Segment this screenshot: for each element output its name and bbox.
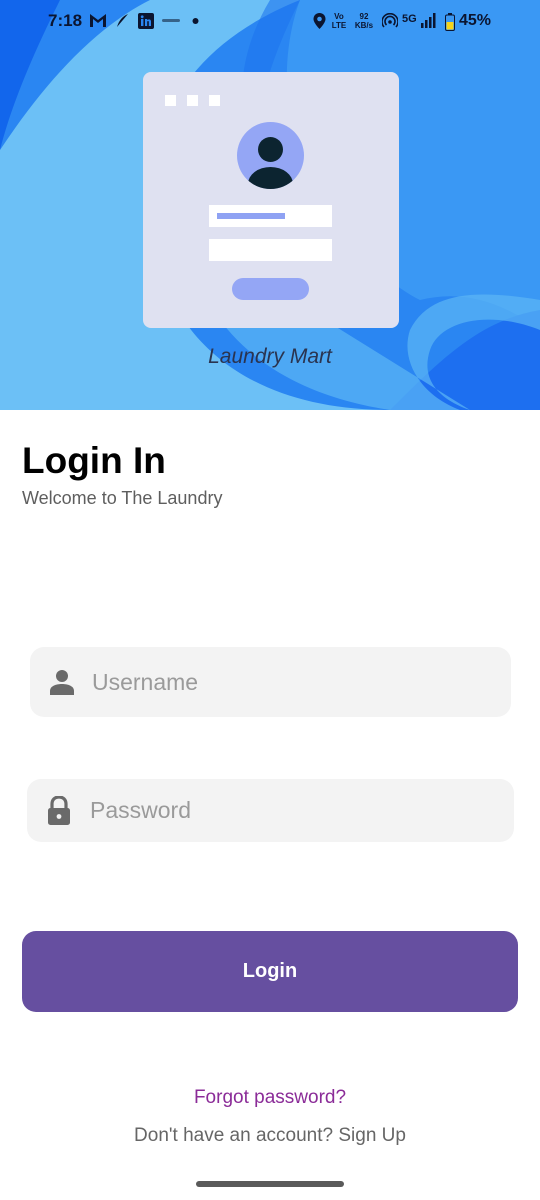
signup-link[interactable]: Sign Up (338, 1125, 406, 1146)
login-button[interactable]: Login (22, 931, 518, 1012)
password-field[interactable] (27, 779, 514, 842)
battery-percent: 45% (459, 12, 492, 29)
feather-icon (117, 14, 128, 27)
linkedin-icon (138, 13, 154, 29)
hero-banner: 7:18 Vo LTE 92 KB/s 5G 45% Laundry Mart (0, 0, 540, 410)
brand-name: Laundry Mart (208, 345, 332, 368)
status-bar: 7:18 Vo LTE 92 KB/s 5G 45% (0, 0, 540, 44)
lock-icon (48, 796, 70, 825)
location-icon (313, 13, 326, 29)
illustration-dot (209, 95, 220, 106)
password-input[interactable] (90, 794, 490, 826)
illustration-field (209, 239, 332, 261)
network-type: 5G (402, 13, 417, 25)
volte-indicator: Vo LTE (331, 12, 347, 30)
battery-icon (445, 13, 455, 31)
illustration-field (209, 205, 332, 227)
dot-icon (192, 18, 199, 24)
media-icon (162, 19, 180, 22)
login-illustration (143, 72, 399, 328)
signal-icon (421, 13, 436, 28)
illustration-button (232, 278, 309, 300)
illustration-dot (187, 95, 198, 106)
page-title: Login In (22, 440, 166, 481)
status-time: 7:18 (48, 11, 83, 30)
signup-prompt: Don't have an account? (134, 1125, 334, 1146)
username-input[interactable] (92, 666, 492, 698)
home-indicator[interactable] (196, 1181, 344, 1187)
username-field[interactable] (30, 647, 511, 717)
gmail-icon (90, 14, 106, 27)
network-speed: 92 KB/s (354, 12, 374, 30)
signup-row: Don't have an account? Sign Up (0, 1125, 540, 1147)
illustration-dot (165, 95, 176, 106)
page-subtitle: Welcome to The Laundry (22, 488, 223, 508)
avatar-icon (237, 122, 304, 189)
person-icon (50, 670, 74, 695)
forgot-password-link[interactable]: Forgot password? (0, 1087, 540, 1109)
hotspot-icon (382, 13, 398, 28)
